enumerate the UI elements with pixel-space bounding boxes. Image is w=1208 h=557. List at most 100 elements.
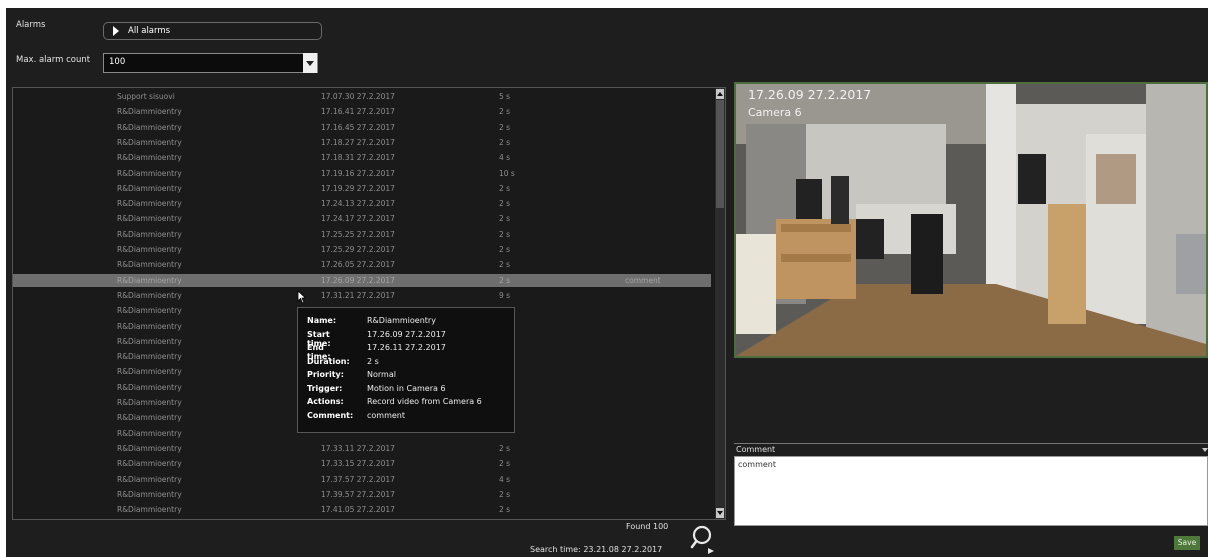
alarm-duration: 2 s xyxy=(499,275,511,285)
alarm-time: 17.07.30 27.2.2017 xyxy=(321,92,395,101)
comment-textarea[interactable]: comment xyxy=(734,456,1208,526)
max-alarm-count-input[interactable]: 100 xyxy=(103,53,318,73)
alarm-row[interactable]: R&Diammioentry 17.37.57 27.2.2017 4 s xyxy=(13,473,711,486)
alarm-duration: 4 s xyxy=(499,474,511,484)
alarm-name: R&Diammioentry xyxy=(117,459,182,469)
alarm-duration: 2 s xyxy=(499,459,511,469)
alarm-name: R&Diammioentry xyxy=(117,214,182,224)
alarm-duration: 5 s xyxy=(499,92,511,101)
alarm-row[interactable]: R&Diammioentry 17.24.17 27.2.2017 2 s xyxy=(13,212,711,225)
alarm-time: 17.33.11 27.2.2017 xyxy=(321,443,395,453)
alarm-time: 17.19.29 27.2.2017 xyxy=(321,183,395,193)
comment-label: Comment xyxy=(736,445,776,454)
alarm-name: R&Diammioentry xyxy=(117,168,182,178)
list-scrollbar[interactable] xyxy=(715,88,725,519)
alarm-comment: comment xyxy=(625,275,661,285)
alarm-time: 17.37.57 27.2.2017 xyxy=(321,474,395,484)
alarm-row[interactable]: Support sisuovi 17.07.30 27.2.2017 5 s xyxy=(13,90,711,103)
tooltip-value: 17.26.11 27.2.2017 xyxy=(367,343,446,352)
chevron-down-icon xyxy=(1202,448,1208,452)
play-triangle-icon xyxy=(113,26,119,36)
alarm-row[interactable]: R&Diammioentry 17.18.31 27.2.2017 4 s xyxy=(13,151,711,164)
alarm-name: Support sisuovi xyxy=(117,92,175,101)
mouse-cursor-icon xyxy=(297,290,306,304)
alarms-selector[interactable]: All alarms xyxy=(103,22,322,40)
alarm-duration: 2 s xyxy=(499,489,511,499)
alarm-time: 17.26.05 27.2.2017 xyxy=(321,260,395,270)
alarm-duration: 2 s xyxy=(499,183,511,193)
scroll-thumb[interactable] xyxy=(716,100,724,208)
alarm-list: Support sisuovi 17.07.30 27.2.2017 5 s R&Di… xyxy=(12,87,726,520)
camera-snapshot xyxy=(736,84,1206,356)
alarm-row[interactable]: R&Diammioentry 17.33.15 27.2.2017 2 s xyxy=(13,457,711,470)
alarm-row[interactable]: R&Diammioentry 17.19.29 27.2.2017 2 s xyxy=(13,182,711,195)
alarm-browser-window: Alarms All alarms Max. alarm count 100 S… xyxy=(6,8,1208,557)
scroll-up-button[interactable] xyxy=(716,89,724,99)
alarm-row[interactable]: R&Diammioentry 17.16.41 27.2.2017 2 s xyxy=(13,105,711,118)
alarm-row[interactable]: R&Diammioentry 17.24.13 27.2.2017 2 s xyxy=(13,197,711,210)
alarm-time: 17.18.27 27.2.2017 xyxy=(321,137,395,147)
alarm-row[interactable]: R&Diammioentry 17.16.45 27.2.2017 2 s xyxy=(13,121,711,134)
search-time: Search time: 23.21.08 27.2.2017 xyxy=(530,545,663,554)
alarm-time: 17.25.29 27.2.2017 xyxy=(321,245,395,254)
tooltip-value: Normal xyxy=(367,370,396,379)
chevron-down-icon[interactable] xyxy=(303,53,317,73)
alarm-name: R&Diammioentry xyxy=(117,336,182,346)
alarm-time: 17.16.45 27.2.2017 xyxy=(321,122,395,132)
alarm-duration: 2 s xyxy=(499,122,511,132)
alarm-duration: 2 s xyxy=(499,229,511,239)
alarm-name: R&Diammioentry xyxy=(117,428,182,438)
alarm-time: 17.26.09 27.2.2017 xyxy=(321,275,395,285)
alarm-name: R&Diammioentry xyxy=(117,137,182,147)
search-icon[interactable] xyxy=(689,524,717,554)
alarm-duration: 2 s xyxy=(499,137,511,147)
tooltip-value: Motion in Camera 6 xyxy=(367,383,446,393)
alarm-row[interactable]: R&Diammioentry 17.26.09 27.2.2017 2 s comme… xyxy=(13,273,711,287)
alarm-duration: 2 s xyxy=(499,260,511,270)
alarm-name: R&Diammioentry xyxy=(117,367,182,377)
alarm-name: R&Diammioentry xyxy=(117,443,182,453)
alarm-time: 17.33.15 27.2.2017 xyxy=(321,459,395,469)
alarm-time: 17.39.57 27.2.2017 xyxy=(321,489,395,499)
alarm-time: 17.25.25 27.2.2017 xyxy=(321,229,395,239)
alarm-name: R&Diammioentry xyxy=(117,306,182,316)
tooltip-value: Record video from Camera 6 xyxy=(367,397,482,406)
comment-header[interactable]: Comment xyxy=(734,443,1208,456)
alarm-time: 17.18.31 27.2.2017 xyxy=(321,153,395,163)
found-count: Found 100 xyxy=(626,522,669,531)
alarm-row[interactable]: R&Diammioentry 17.33.11 27.2.2017 2 s xyxy=(13,442,711,455)
alarm-duration: 2 s xyxy=(499,443,511,453)
save-button[interactable]: Save xyxy=(1174,536,1200,550)
alarm-time: 17.16.41 27.2.2017 xyxy=(321,107,395,117)
alarm-name: R&Diammioentry xyxy=(117,107,182,117)
alarm-row[interactable]: R&Diammioentry 17.26.05 27.2.2017 2 s xyxy=(13,258,711,271)
alarm-row[interactable]: R&Diammioentry 17.19.16 27.2.2017 10 s xyxy=(13,167,711,180)
tooltip-key: Name: xyxy=(307,316,337,325)
alarm-row[interactable]: R&Diammioentry 17.31.21 27.2.2017 9 s xyxy=(13,289,711,302)
tooltip-key: Duration: xyxy=(307,356,350,366)
alarm-duration: 2 s xyxy=(499,214,511,224)
alarm-row[interactable]: R&Diammioentry 17.39.57 27.2.2017 2 s xyxy=(13,488,711,501)
scroll-down-button[interactable] xyxy=(716,508,724,518)
alarm-name: R&Diammioentry xyxy=(117,183,182,193)
alarm-time: 17.31.21 27.2.2017 xyxy=(321,290,395,300)
camera-view[interactable]: 17.26.09 27.2.2017 Camera 6 xyxy=(734,82,1208,358)
alarm-name: R&Diammioentry xyxy=(117,275,182,285)
alarm-time: 17.19.16 27.2.2017 xyxy=(321,168,395,178)
alarm-name: R&Diammioentry xyxy=(117,122,182,132)
alarm-name: R&Diammioentry xyxy=(117,352,182,362)
alarm-row[interactable]: R&Diammioentry 17.25.29 27.2.2017 2 s xyxy=(13,243,711,256)
alarm-name: R&Diammioentry xyxy=(117,413,182,423)
alarm-duration: 9 s xyxy=(499,290,511,300)
alarm-row[interactable]: R&Diammioentry 17.41.05 27.2.2017 2 s xyxy=(13,503,711,516)
alarm-duration: 10 s xyxy=(499,168,515,178)
alarm-row[interactable]: R&Diammioentry 17.25.25 27.2.2017 2 s xyxy=(13,228,711,241)
alarm-row[interactable]: R&Diammioentry 17.18.27 27.2.2017 2 s xyxy=(13,136,711,149)
tooltip-key: Priority: xyxy=(307,370,344,379)
alarm-name: R&Diammioentry xyxy=(117,229,182,239)
alarm-name: R&Diammioentry xyxy=(117,382,182,392)
alarm-name: R&Diammioentry xyxy=(117,474,182,484)
alarm-name: R&Diammioentry xyxy=(117,245,182,254)
alarm-time: 17.24.17 27.2.2017 xyxy=(321,214,395,224)
tooltip-value: 17.26.09 27.2.2017 xyxy=(367,329,446,339)
